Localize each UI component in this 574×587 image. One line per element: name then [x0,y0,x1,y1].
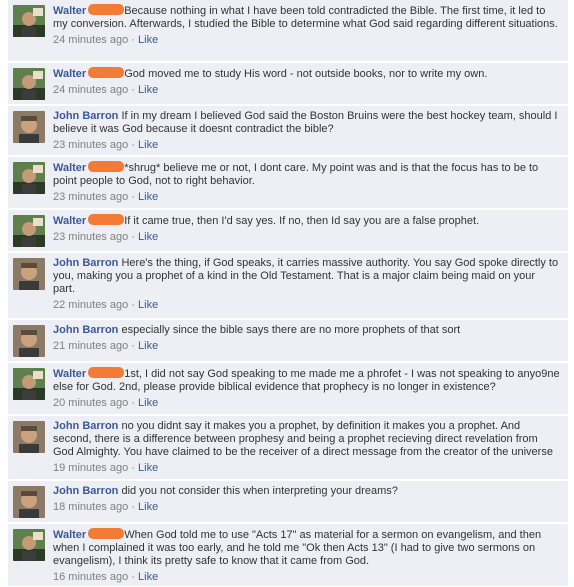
timestamp: 22 minutes ago [53,299,129,311]
author-link[interactable]: John Barron [53,110,118,122]
separator: · [131,191,135,203]
timestamp: 20 minutes ago [53,397,129,409]
author-link[interactable]: Walter [53,368,86,380]
timestamp: 21 minutes ago [53,340,129,352]
comment-meta: 23 minutes ago · Like [53,139,560,152]
avatar-john[interactable] [13,486,45,518]
like-link[interactable]: Like [138,231,158,243]
like-link[interactable]: Like [138,462,158,474]
timestamp: 19 minutes ago [53,462,129,474]
comment-text: When God told me to use "Acts 17" as mat… [53,529,542,567]
like-link[interactable]: Like [138,191,158,203]
separator: · [131,299,135,311]
comment-text: especially since the bible says there ar… [121,324,461,336]
timestamp: 16 minutes ago [53,571,129,583]
separator: · [131,501,135,513]
redaction-mark [88,367,125,378]
separator: · [131,462,135,474]
timestamp: 23 minutes ago [53,139,129,151]
comment-text: Because nothing in what I have been told… [53,5,558,30]
comment-meta: 16 minutes ago · Like [53,571,560,584]
comment: Walter *shrug* believe me or not, I dont … [8,157,568,209]
comment-text: Here's the thing, if God speaks, it carr… [53,257,559,295]
like-link[interactable]: Like [138,299,158,311]
comment: Walter Because nothing in what I have bee… [8,0,568,62]
redaction-mark [88,214,125,225]
timestamp: 24 minutes ago [53,34,129,46]
comment-text: If it came true, then I'd say yes. If no… [124,215,480,227]
comment-meta: 23 minutes ago · Like [53,231,560,244]
like-link[interactable]: Like [138,84,158,96]
comment-meta: 18 minutes ago · Like [53,501,560,514]
author-link[interactable]: Walter [53,215,86,227]
avatar-walter[interactable] [13,215,45,247]
author-link[interactable]: Walter [53,529,86,541]
like-link[interactable]: Like [138,571,158,583]
comment: John Barron did you not consider this wh… [8,481,568,523]
like-link[interactable]: Like [138,397,158,409]
separator: · [131,340,135,352]
separator: · [131,84,135,96]
comment: Walter God moved me to study His word - n… [8,63,568,105]
comment-meta: 24 minutes ago · Like [53,34,560,47]
author-link[interactable]: John Barron [53,420,118,432]
comment-meta: 21 minutes ago · Like [53,340,560,353]
comment: Walter When God told me to use "Acts 17" … [8,524,568,587]
author-link[interactable]: Walter [53,5,86,17]
separator: · [131,571,135,583]
avatar-walter[interactable] [13,162,45,194]
avatar-john[interactable] [13,421,45,453]
like-link[interactable]: Like [138,139,158,151]
comment: John Barron Here's the thing, if God spe… [8,253,568,319]
comment: John Barron no you didnt say it makes yo… [8,416,568,480]
redaction-mark [88,67,125,78]
comment-meta: 24 minutes ago · Like [53,84,560,97]
author-link[interactable]: John Barron [53,324,118,336]
comment-text: If in my dream I believed God said the B… [53,110,558,135]
comment: Walter If it came true, then I'd say yes.… [8,210,568,252]
comment-text: *shrug* believe me or not, I dont care. … [53,162,539,187]
avatar-walter[interactable] [13,5,45,37]
separator: · [131,231,135,243]
comment-feed: Walter Because nothing in what I have bee… [0,0,574,587]
comment: John Barron especially since the bible s… [8,320,568,362]
comment-text: 1st, I did not say God speaking to me ma… [53,368,560,393]
like-link[interactable]: Like [138,34,158,46]
timestamp: 18 minutes ago [53,501,129,513]
timestamp: 23 minutes ago [53,231,129,243]
avatar-walter[interactable] [13,529,45,561]
author-link[interactable]: John Barron [53,257,118,269]
separator: · [131,397,135,409]
separator: · [131,34,135,46]
like-link[interactable]: Like [138,340,158,352]
timestamp: 23 minutes ago [53,191,129,203]
avatar-john[interactable] [13,258,45,290]
author-link[interactable]: John Barron [53,485,118,497]
comment-text: no you didnt say it makes you a prophet,… [53,420,553,458]
redaction-mark [88,528,125,539]
avatar-john[interactable] [13,111,45,143]
comment-meta: 23 minutes ago · Like [53,191,560,204]
avatar-walter[interactable] [13,368,45,400]
comment-meta: 19 minutes ago · Like [53,462,560,475]
author-link[interactable]: Walter [53,162,86,174]
comment-meta: 20 minutes ago · Like [53,397,560,410]
comment-text: God moved me to study His word - not out… [124,68,488,80]
avatar-walter[interactable] [13,68,45,100]
comment: Walter 1st, I did not say God speaking to… [8,363,568,415]
comment-text: did you not consider this when interpret… [121,485,398,497]
timestamp: 24 minutes ago [53,84,129,96]
avatar-john[interactable] [13,325,45,357]
redaction-mark [88,4,125,15]
redaction-mark [88,161,125,172]
comment-meta: 22 minutes ago · Like [53,299,560,312]
comment: John Barron If in my dream I believed Go… [8,106,568,156]
author-link[interactable]: Walter [53,68,86,80]
like-link[interactable]: Like [138,501,158,513]
separator: · [131,139,135,151]
